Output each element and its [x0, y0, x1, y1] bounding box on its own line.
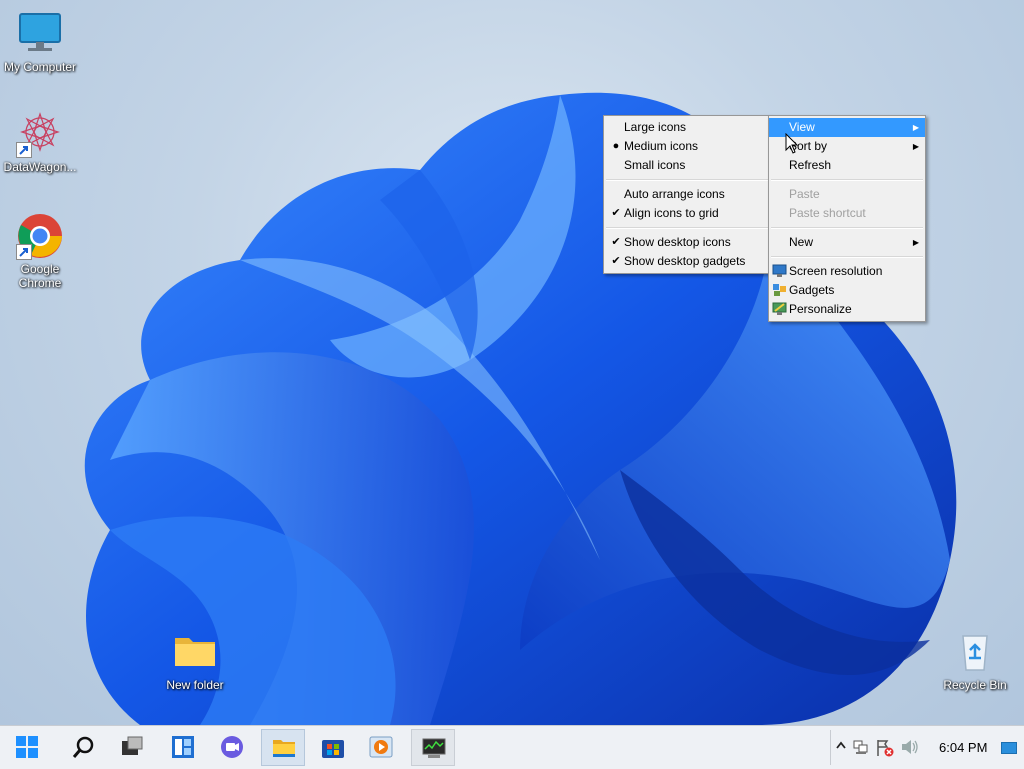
start-icon: [16, 736, 38, 758]
desktop-icon-label: Google Chrome: [18, 262, 62, 290]
menu-item-label: Refresh: [789, 158, 832, 172]
datawagon-logo-icon: [16, 110, 64, 158]
chevron-up-icon[interactable]: [836, 740, 846, 752]
system-tray: 6:04 PM: [830, 730, 1021, 765]
desktop-icon-label: Recycle Bin: [943, 678, 1007, 692]
recycle-bin-icon: [951, 628, 999, 676]
menu-item-label: Auto arrange icons: [624, 187, 725, 201]
gadgets-icon: [773, 284, 786, 296]
menu-item-label: Align icons to grid: [624, 206, 719, 220]
start-button[interactable]: [5, 729, 49, 766]
desktop-icon-recycle-bin[interactable]: Recycle Bin: [935, 628, 1015, 692]
widgets-icon: [172, 736, 194, 758]
menu-item-screen-resolution[interactable]: Screen resolution: [769, 262, 925, 281]
system-monitor-icon: [422, 738, 446, 758]
menu-separator: [771, 256, 923, 258]
network-icon[interactable]: [853, 739, 869, 755]
menu-item-paste-shortcut[interactable]: Paste shortcut: [769, 204, 925, 223]
desktop-icon-label: New folder: [166, 678, 224, 692]
menu-item-show-desktop-gadgets[interactable]: ✔ Show desktop gadgets: [604, 252, 770, 271]
menu-item-label: Screen resolution: [789, 264, 883, 278]
store-button[interactable]: [311, 729, 355, 766]
menu-item-label: Show desktop icons: [624, 235, 731, 249]
desktop-icon-google-chrome[interactable]: Google Chrome: [0, 212, 80, 290]
menu-separator: [606, 179, 768, 181]
menu-item-label: Large icons: [624, 120, 687, 134]
personalize-icon: [772, 302, 787, 315]
menu-item-personalize[interactable]: Personalize: [769, 300, 925, 319]
menu-item-label: Show desktop gadgets: [624, 254, 746, 268]
menu-item-gadgets[interactable]: Gadgets: [769, 281, 925, 300]
wallpaper-bloom: [84, 92, 957, 725]
menu-item-new[interactable]: New ▶: [769, 233, 925, 252]
view-submenu: Large icons ● Medium icons Small icons Au…: [603, 115, 771, 274]
chat-button[interactable]: [210, 729, 254, 766]
mouse-cursor-icon: [785, 133, 799, 154]
menu-item-auto-arrange[interactable]: Auto arrange icons: [604, 185, 770, 204]
menu-item-label: Paste: [789, 187, 820, 201]
menu-item-label: View: [789, 120, 815, 134]
menu-item-label: Small icons: [624, 158, 686, 172]
menu-item-label: Medium icons: [624, 139, 699, 153]
menu-item-align-to-grid[interactable]: ✔ Align icons to grid: [604, 204, 770, 223]
desktop-icon-datawagon[interactable]: DataWagon...: [0, 110, 80, 174]
menu-item-small-icons[interactable]: Small icons: [604, 156, 770, 175]
menu-item-label: Paste shortcut: [789, 206, 866, 220]
menu-item-show-desktop-icons[interactable]: ✔ Show desktop icons: [604, 233, 770, 252]
task-view-button[interactable]: [110, 729, 154, 766]
radio-bullet-icon: ●: [612, 140, 620, 152]
menu-item-label: New: [789, 235, 814, 249]
action-center-flag-icon[interactable]: [876, 739, 894, 757]
menu-separator: [771, 227, 923, 229]
store-icon: [322, 740, 344, 758]
submenu-arrow-icon: ▶: [912, 142, 919, 151]
task-view-icon: [122, 736, 143, 755]
menu-separator: [606, 227, 768, 229]
desktop-icon-label: DataWagon...: [3, 160, 77, 174]
media-player-button[interactable]: [359, 729, 403, 766]
menu-item-label: Personalize: [789, 302, 852, 316]
submenu-arrow-icon: ▶: [912, 238, 919, 247]
folder-icon: [171, 628, 219, 676]
menu-item-label: Gadgets: [789, 283, 835, 297]
widgets-button[interactable]: [161, 729, 205, 766]
file-explorer-button[interactable]: [261, 729, 305, 766]
chat-icon: [221, 736, 243, 758]
menu-item-large-icons[interactable]: Large icons: [604, 118, 770, 137]
screen-resolution-icon: [772, 264, 787, 277]
show-desktop-button[interactable]: [1001, 742, 1017, 754]
chrome-icon: [16, 212, 64, 260]
taskbar-clock[interactable]: 6:04 PM: [939, 740, 987, 755]
menu-item-medium-icons[interactable]: ● Medium icons: [604, 137, 770, 156]
file-explorer-icon: [273, 740, 295, 757]
desktop-icon-new-folder[interactable]: New folder: [155, 628, 235, 692]
desktop-icon-my-computer[interactable]: My Computer: [0, 10, 80, 74]
menu-separator: [771, 179, 923, 181]
menu-item-paste[interactable]: Paste: [769, 185, 925, 204]
menu-item-refresh[interactable]: Refresh: [769, 156, 925, 175]
monitor-icon: [16, 10, 64, 58]
taskbar: 6:04 PM: [0, 725, 1024, 769]
checkmark-icon: ✔: [611, 207, 621, 219]
submenu-arrow-icon: ▶: [912, 123, 919, 132]
desktop-icon-label: My Computer: [3, 60, 77, 74]
shortcut-arrow-icon: [16, 142, 32, 158]
shortcut-arrow-icon: [16, 244, 32, 260]
desktop[interactable]: My Computer DataWagon... Google Chrome N…: [0, 0, 1024, 725]
system-monitor-button[interactable]: [411, 729, 455, 766]
volume-icon[interactable]: [901, 739, 919, 755]
search-button[interactable]: [62, 729, 106, 766]
search-icon: [72, 736, 94, 758]
checkmark-icon: ✔: [611, 255, 621, 267]
checkmark-icon: ✔: [611, 236, 621, 248]
media-player-icon: [369, 736, 393, 758]
